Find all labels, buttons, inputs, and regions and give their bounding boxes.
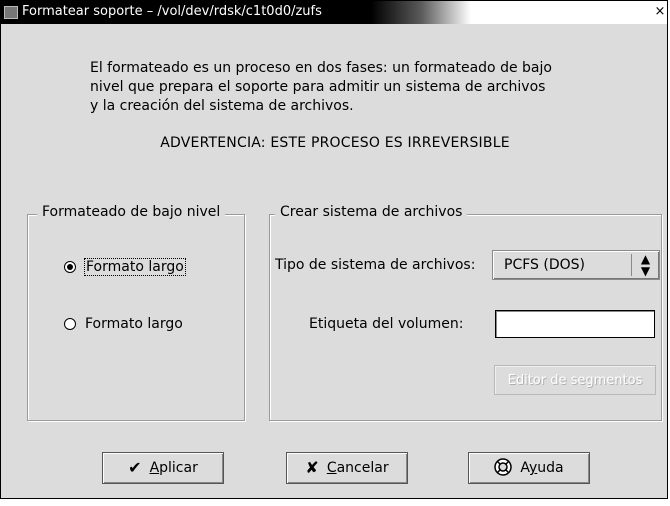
radio-button-checked[interactable] [64,261,76,273]
segment-editor-button: Editor de segmentos [494,365,656,395]
up-down-arrows-icon[interactable]: ▲ ▼ [632,253,659,277]
filesystem-type-value: PCFS (DOS) [504,257,585,273]
window-title: Formatear soporte – /vol/dev/rdsk/c1t0d0… [22,4,322,19]
cancel-button[interactable]: ✘ Cancelar [286,452,408,484]
help-button-label: Ayuda [520,460,564,476]
window-menu-icon[interactable] [4,6,18,19]
create-filesystem-legend: Crear sistema de archivos [275,204,468,220]
close-icon[interactable]: × [653,4,667,20]
volume-label-label: Etiqueta del volumen: [309,316,464,332]
description-line: nivel que prepara el soporte para admiti… [90,79,546,95]
cross-icon: ✘ [305,458,319,477]
radio-label[interactable]: Formato largo [84,258,186,276]
volume-label-input[interactable] [495,310,655,338]
radio-label[interactable]: Formato largo [85,316,183,332]
description-line: El formateado es un proceso en dos fases… [90,60,552,76]
apply-button[interactable]: ✔ Aplicar [102,452,224,484]
check-icon: ✔ [128,458,142,477]
low-level-format-frame: Formateado de bajo nivel Formato largo F… [27,204,245,421]
help-button[interactable]: Ayuda [468,452,590,484]
description-line: y la creación del sistema de archivos. [90,98,354,114]
apply-button-label: Aplicar [149,460,198,476]
help-icon [494,457,513,479]
warning-text: ADVERTENCIA: ESTE PROCESO ES IRREVERSIBL… [160,135,510,151]
title-bar[interactable]: Formatear soporte – /vol/dev/rdsk/c1t0d0… [1,1,667,24]
radio-option-long-format-2[interactable]: Formato largo [64,316,183,332]
radio-button[interactable] [64,318,76,330]
radio-option-long-format[interactable]: Formato largo [64,258,186,276]
filesystem-type-label: Tipo de sistema de archivos: [275,257,476,273]
cancel-button-label: Cancelar [326,460,389,476]
create-filesystem-frame: Crear sistema de archivos Tipo de sistem… [269,204,662,421]
format-dialog-window: Formatear soporte – /vol/dev/rdsk/c1t0d0… [0,0,668,499]
filesystem-type-select[interactable]: PCFS (DOS) ▲ ▼ [492,250,660,280]
description: El formateado es un proceso en dos fases… [90,59,630,116]
low-level-format-legend: Formateado de bajo nivel [37,204,226,220]
